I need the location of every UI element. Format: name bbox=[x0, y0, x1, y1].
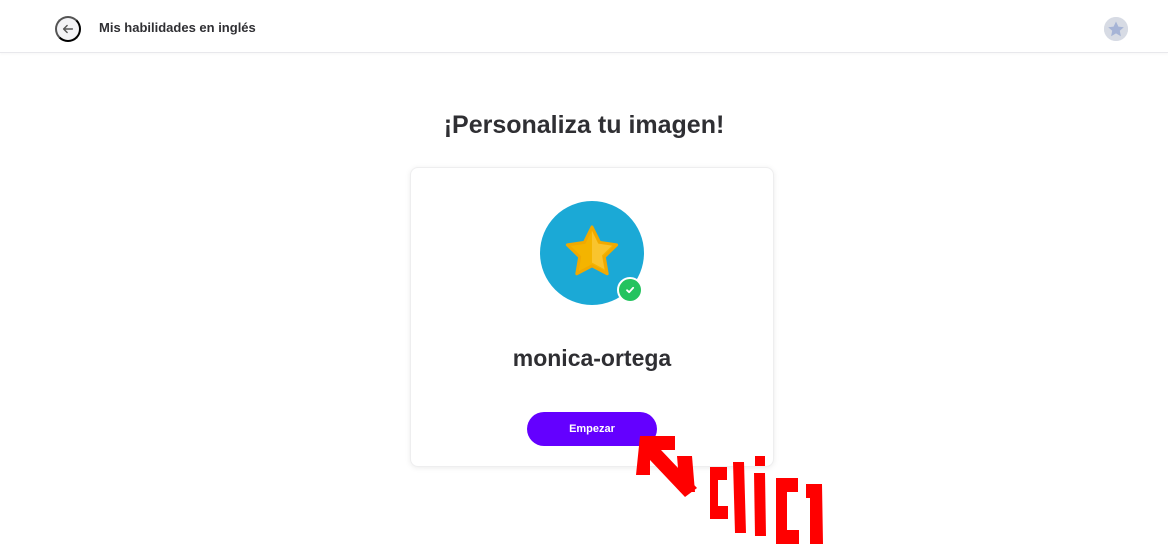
clic-handwritten-text bbox=[710, 456, 823, 544]
avatar[interactable] bbox=[540, 201, 644, 305]
page: Mis habilidades en inglés ¡Personaliza t… bbox=[0, 0, 1168, 544]
red-arrow-icon bbox=[636, 436, 697, 497]
star-icon bbox=[556, 217, 628, 289]
username: monica-ortega bbox=[512, 345, 672, 371]
hand-drawn-annotation bbox=[630, 420, 830, 544]
top-navigation-bar: Mis habilidades en inglés bbox=[0, 0, 1168, 53]
verified-badge bbox=[617, 277, 643, 303]
back-button[interactable] bbox=[55, 16, 81, 42]
arrow-left-icon bbox=[61, 22, 75, 36]
check-icon bbox=[624, 284, 636, 296]
profile-avatar-icon bbox=[1104, 17, 1128, 41]
page-breadcrumb-title: Mis habilidades en inglés bbox=[99, 20, 256, 35]
profile-avatar[interactable] bbox=[1104, 17, 1128, 41]
page-title: ¡Personaliza tu imagen! bbox=[443, 110, 725, 139]
